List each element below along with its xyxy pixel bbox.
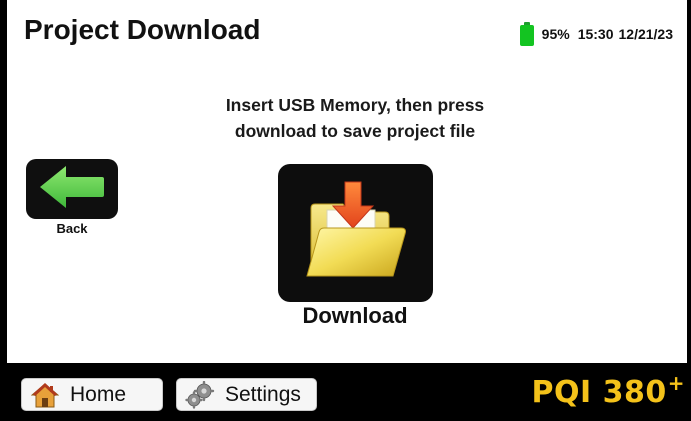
folder-download-icon: [297, 176, 415, 291]
settings-button[interactable]: Settings: [176, 378, 317, 411]
page-title: Project Download: [24, 14, 261, 45]
instruction-text: Insert USB Memory, then press download t…: [175, 92, 535, 144]
screen-bezel-right: [687, 0, 691, 421]
settings-label: Settings: [225, 382, 301, 406]
battery-percent: 95%: [541, 26, 570, 42]
arrow-left-icon: [36, 163, 108, 216]
download-button[interactable]: [278, 164, 433, 302]
instruction-line-1: Insert USB Memory, then press: [225, 95, 485, 115]
gears-icon: [185, 380, 215, 409]
brand-plus: +: [667, 371, 685, 395]
brand-text: PQI 380: [531, 375, 667, 410]
home-icon: [30, 381, 60, 409]
footer-bar: Home Settings PQI 380+: [0, 363, 691, 421]
home-button[interactable]: Home: [21, 378, 163, 411]
screen-bezel-left: [0, 0, 7, 421]
home-label: Home: [70, 382, 127, 406]
back-button[interactable]: [26, 159, 118, 219]
back-label: Back: [56, 221, 88, 236]
clock-date: 12/21/23: [618, 26, 674, 42]
project-download-screen: Project Download 95% 15:30 12/21/23 Inse…: [0, 0, 691, 421]
clock-time: 15:30: [577, 26, 614, 42]
instruction-line-2: download to save project file: [234, 121, 476, 141]
download-label: Download: [302, 303, 408, 328]
status-bar: 95% 15:30 12/21/23: [519, 21, 674, 47]
brand-logo: PQI 380+: [532, 371, 685, 410]
battery-icon: [519, 22, 534, 46]
